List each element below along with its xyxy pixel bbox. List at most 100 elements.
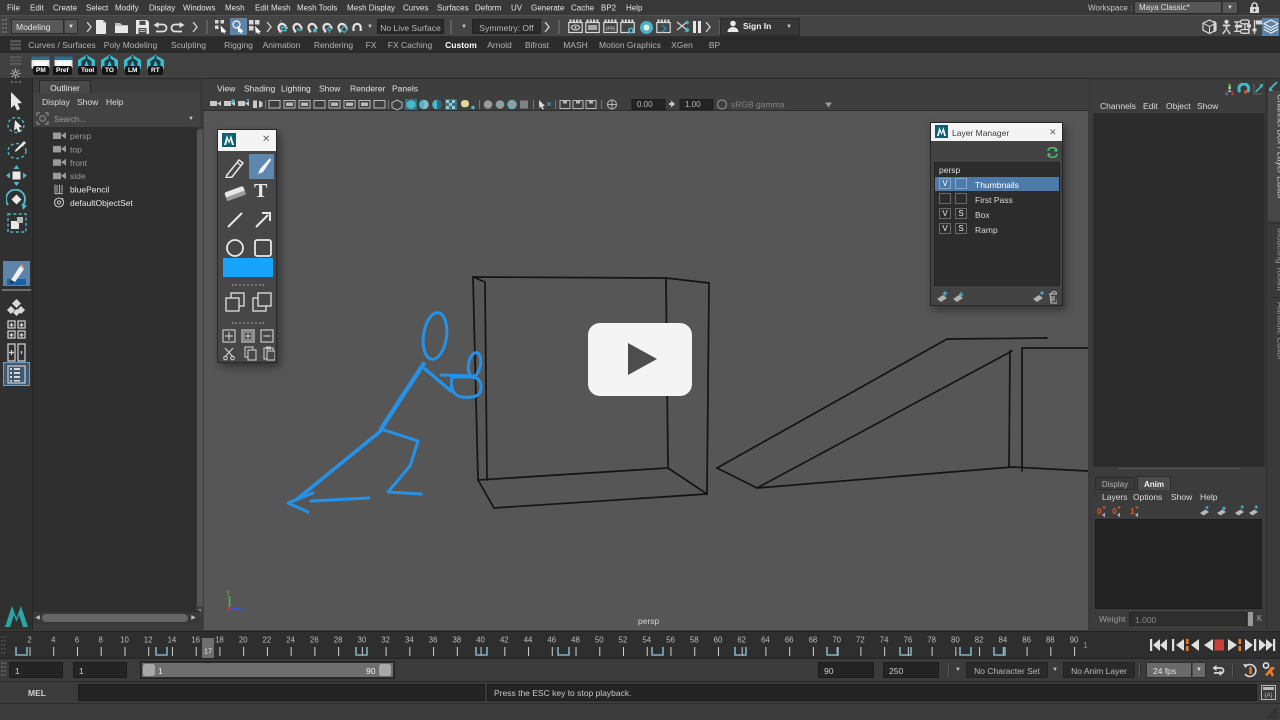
svg-text:82: 82	[975, 636, 984, 645]
svg-text:50: 50	[595, 636, 604, 645]
svg-text:66: 66	[785, 636, 794, 645]
svg-text:32: 32	[381, 636, 390, 645]
svg-text:Animation: Animation	[263, 40, 301, 50]
svg-text:18: 18	[215, 636, 224, 645]
svg-text:MASH: MASH	[563, 40, 588, 50]
svg-text:Display: Display	[42, 97, 71, 107]
svg-text:56: 56	[666, 636, 675, 645]
svg-text:Curves / Surfaces: Curves / Surfaces	[28, 40, 96, 50]
svg-text:UV: UV	[511, 4, 523, 13]
svg-text:86: 86	[1022, 636, 1031, 645]
svg-text:Generate: Generate	[531, 4, 565, 13]
svg-text:Help: Help	[106, 97, 124, 107]
svg-text:70: 70	[832, 636, 841, 645]
svg-text:Modify: Modify	[115, 4, 139, 13]
svg-text:Surfaces: Surfaces	[437, 4, 469, 13]
svg-text:defaultObjectSet: defaultObjectSet	[70, 198, 133, 208]
svg-text:Renderer: Renderer	[350, 84, 386, 94]
svg-text:Help: Help	[626, 4, 643, 13]
svg-text:FX Caching: FX Caching	[388, 40, 433, 50]
svg-text:Select: Select	[86, 4, 109, 13]
svg-text:26: 26	[310, 636, 319, 645]
svg-text:Edit: Edit	[30, 4, 45, 13]
svg-text:0: 0	[1097, 506, 1102, 516]
svg-text:64: 64	[761, 636, 770, 645]
svg-text:front: front	[70, 158, 88, 168]
svg-text:side: side	[70, 171, 86, 181]
svg-text:Mesh Display: Mesh Display	[347, 4, 395, 13]
svg-text:Show: Show	[1171, 492, 1193, 502]
svg-text:30: 30	[358, 636, 367, 645]
svg-text:Panels: Panels	[392, 84, 418, 94]
svg-text:22: 22	[263, 636, 272, 645]
svg-text:84: 84	[998, 636, 1007, 645]
svg-text:42: 42	[500, 636, 509, 645]
svg-text:1.00: 1.00	[685, 100, 701, 109]
svg-text:Lighting: Lighting	[281, 84, 311, 94]
svg-text:80: 80	[951, 636, 960, 645]
svg-text:Edit: Edit	[1143, 101, 1158, 111]
svg-text:0: 0	[1112, 506, 1117, 516]
svg-text:IPR: IPR	[606, 27, 615, 33]
svg-text:4: 4	[51, 636, 56, 645]
svg-text:XGen: XGen	[671, 40, 693, 50]
svg-text:0.00: 0.00	[637, 100, 653, 109]
svg-text:12: 12	[144, 636, 153, 645]
svg-text:20: 20	[239, 636, 248, 645]
svg-text:Help: Help	[1200, 492, 1218, 502]
svg-text:2: 2	[27, 636, 31, 645]
svg-text:Show: Show	[319, 84, 341, 94]
svg-text:Motion Graphics: Motion Graphics	[599, 40, 661, 50]
svg-text:Channels: Channels	[1100, 101, 1136, 111]
svg-text:Display: Display	[149, 4, 175, 13]
svg-text:Sculpting: Sculpting	[171, 40, 206, 50]
svg-text:Deform: Deform	[475, 4, 502, 13]
svg-text:persp: persp	[70, 131, 92, 141]
svg-text:Mesh: Mesh	[225, 4, 245, 13]
svg-text:Bifrost: Bifrost	[525, 40, 550, 50]
svg-text:52: 52	[619, 636, 628, 645]
svg-text:File: File	[7, 4, 20, 13]
svg-text:Custom: Custom	[445, 40, 477, 50]
svg-text:y: y	[227, 589, 231, 596]
svg-text:24: 24	[286, 636, 295, 645]
svg-text:Options: Options	[1133, 492, 1162, 502]
svg-text:16: 16	[191, 636, 200, 645]
svg-text:14: 14	[168, 636, 177, 645]
svg-text:68: 68	[809, 636, 818, 645]
svg-text:Windows: Windows	[183, 4, 215, 13]
svg-text:44: 44	[524, 636, 533, 645]
svg-text:Layers: Layers	[1102, 492, 1128, 502]
svg-text:58: 58	[690, 636, 699, 645]
svg-text:BP: BP	[709, 40, 721, 50]
svg-text:Shading: Shading	[244, 84, 275, 94]
svg-text:Rendering: Rendering	[314, 40, 353, 50]
svg-text:Show: Show	[1197, 101, 1219, 111]
svg-text:1: 1	[1130, 506, 1135, 516]
svg-text:Poly Modeling: Poly Modeling	[104, 40, 158, 50]
svg-text:72: 72	[856, 636, 865, 645]
svg-text:17: 17	[204, 647, 212, 656]
svg-text:Object: Object	[1166, 101, 1191, 111]
svg-text:FX: FX	[366, 40, 377, 50]
svg-text:38: 38	[452, 636, 461, 645]
svg-text:46: 46	[547, 636, 556, 645]
svg-text:74: 74	[880, 636, 889, 645]
svg-text:54: 54	[642, 636, 651, 645]
svg-text:Rigging: Rigging	[224, 40, 253, 50]
svg-text:88: 88	[1046, 636, 1055, 645]
svg-text:Edit Mesh: Edit Mesh	[255, 4, 291, 13]
svg-text:persp: persp	[638, 616, 660, 626]
svg-text:10: 10	[120, 636, 129, 645]
svg-text:Create: Create	[53, 4, 78, 13]
svg-text:bluePencil: bluePencil	[70, 185, 109, 195]
svg-text:Workspace :: Workspace :	[1088, 4, 1132, 13]
svg-text:Arnold: Arnold	[487, 40, 512, 50]
svg-text:Mesh Tools: Mesh Tools	[297, 4, 337, 13]
svg-text:Cache: Cache	[571, 4, 595, 13]
svg-text:78: 78	[927, 636, 936, 645]
svg-text:28: 28	[334, 636, 343, 645]
svg-text:76: 76	[904, 636, 913, 645]
svg-text:Attribute Editor: Attribute Editor	[1276, 302, 1280, 360]
svg-text:48: 48	[571, 636, 580, 645]
